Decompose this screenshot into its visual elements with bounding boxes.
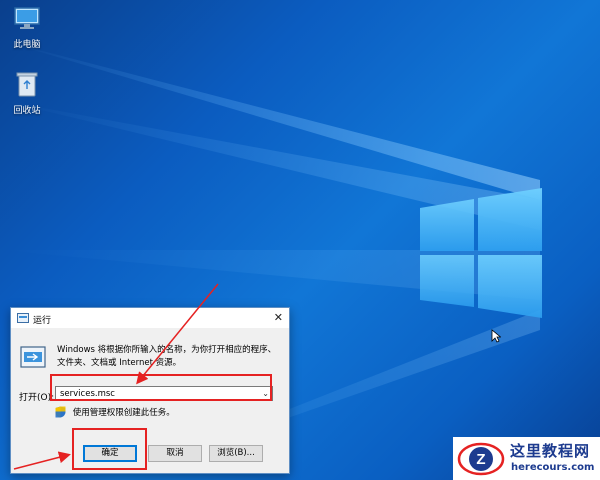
arrow-to-input [136,283,219,385]
svg-text:Z: Z [476,451,485,468]
arrow-to-ok-button [13,451,71,470]
watermark-title: 这里教程网 [510,442,591,460]
watermark-url: herecours.com [511,462,595,473]
site-watermark: Z 这里教程网 herecours.com [453,437,600,480]
annotation-arrows [13,283,219,470]
site-logo-icon: Z [457,442,505,476]
mouse-cursor-icon [491,329,501,343]
